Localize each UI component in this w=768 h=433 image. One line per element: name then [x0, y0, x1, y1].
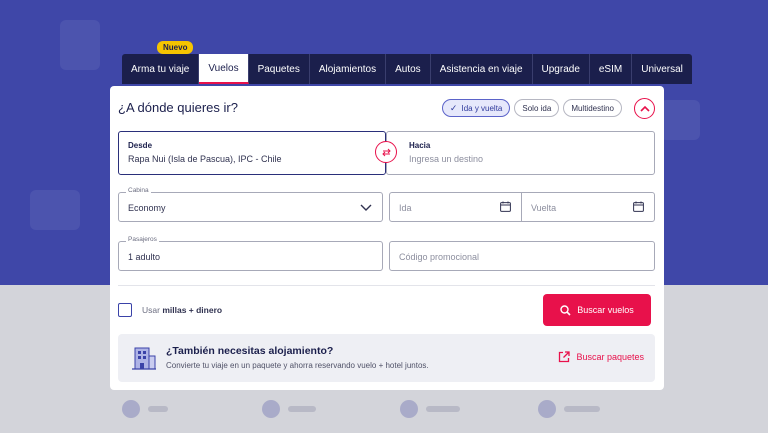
swap-button[interactable]: [375, 141, 397, 163]
origin-value: Rapa Nui (Isla de Pascua), IPC - Chile: [128, 154, 282, 164]
cabin-value: Economy: [128, 203, 166, 213]
origin-label: Desde: [128, 141, 153, 150]
search-flights-button[interactable]: Buscar vuelos: [543, 294, 651, 326]
miles-label: Usar millas + dinero: [142, 305, 222, 315]
chevron-down-icon: [360, 204, 372, 211]
return-date-field[interactable]: Vuelta: [521, 192, 655, 222]
trip-type-multi[interactable]: Multidestino: [563, 99, 622, 117]
background-shortcut: [262, 400, 316, 418]
external-link-icon: [559, 351, 571, 363]
lodging-promo-title: ¿También necesitas alojamiento?: [166, 345, 334, 357]
trip-type-label: Ida y vuelta: [461, 103, 503, 113]
trip-type-label: Solo ida: [522, 103, 552, 113]
trip-type-label: Multidestino: [571, 103, 614, 113]
trip-type-round[interactable]: ✓ Ida y vuelta: [441, 99, 511, 117]
tab-arma-tu-viaje[interactable]: Arma tu viaje: [122, 54, 200, 84]
destination-placeholder: Ingresa un destino: [409, 154, 484, 164]
hotel-icon: [132, 347, 156, 370]
trip-type-oneway[interactable]: Solo ida: [514, 99, 560, 117]
promo-code-placeholder: Código promocional: [399, 252, 480, 262]
hero-decoration: [30, 190, 80, 230]
miles-option: Usar millas + dinero: [118, 303, 222, 317]
swap-icon: [381, 148, 391, 156]
passengers-value: 1 adulto: [128, 252, 161, 262]
departure-date-field[interactable]: Ida: [389, 192, 522, 222]
check-icon: ✓: [449, 102, 458, 113]
search-title: ¿A dónde quieres ir?: [118, 100, 238, 115]
origin-field[interactable]: Desde Rapa Nui (Isla de Pascua), IPC - C…: [118, 131, 386, 175]
tab-autos[interactable]: Autos: [386, 54, 431, 84]
background-shortcut: [538, 400, 600, 418]
search-packages-label: Buscar paquetes: [576, 352, 644, 362]
tab-alojamientos[interactable]: Alojamientos: [310, 54, 387, 84]
collapse-button[interactable]: [634, 98, 655, 119]
search-flights-label: Buscar vuelos: [577, 305, 634, 315]
lodging-promo: ¿También necesitas alojamiento? Conviert…: [118, 334, 655, 382]
passengers-field[interactable]: Pasajeros 1 adulto: [118, 236, 383, 271]
search-packages-link[interactable]: Buscar paquetes: [558, 351, 644, 363]
tab-universal[interactable]: Universal: [632, 54, 692, 84]
trip-type-options: ✓ Ida y vuelta Solo ida Multidestino: [441, 99, 622, 117]
promo-code-field[interactable]: Código promocional: [389, 241, 655, 271]
tab-vuelos[interactable]: Vuelos: [199, 54, 249, 84]
calendar-icon: [633, 201, 644, 212]
new-badge: Nuevo: [157, 41, 194, 54]
flight-search-card: ¿A dónde quieres ir? ✓ Ida y vuelta Solo…: [110, 86, 664, 390]
background-shortcut: [400, 400, 460, 418]
miles-bold: millas + dinero: [162, 305, 223, 315]
chevron-up-icon: [639, 105, 650, 112]
lodging-promo-subtitle: Convierte tu viaje en un paquete y ahorr…: [166, 361, 429, 370]
search-icon: [560, 304, 571, 316]
hero-decoration: [660, 100, 700, 140]
calendar-icon: [500, 201, 511, 212]
background-shortcut: [122, 400, 168, 418]
tab-asistencia[interactable]: Asistencia en viaje: [431, 54, 533, 84]
cabin-label: Cabina: [126, 187, 151, 194]
departure-date-placeholder: Ida: [399, 203, 412, 213]
cabin-select[interactable]: Cabina Economy: [118, 187, 383, 222]
tab-upgrade[interactable]: Upgrade: [533, 54, 590, 84]
hero-decoration: [60, 20, 100, 70]
tab-esim[interactable]: eSIM: [590, 54, 633, 84]
return-date-placeholder: Vuelta: [531, 203, 557, 213]
miles-prefix: Usar: [142, 305, 160, 315]
divider: [118, 285, 655, 286]
miles-checkbox[interactable]: [118, 303, 132, 317]
destination-field[interactable]: Hacia Ingresa un destino: [386, 131, 655, 175]
passengers-label: Pasajeros: [126, 236, 159, 243]
product-tabs: Arma tu viaje Vuelos Paquetes Alojamient…: [122, 54, 692, 84]
tab-paquetes[interactable]: Paquetes: [249, 54, 310, 84]
destination-label: Hacia: [409, 141, 431, 150]
